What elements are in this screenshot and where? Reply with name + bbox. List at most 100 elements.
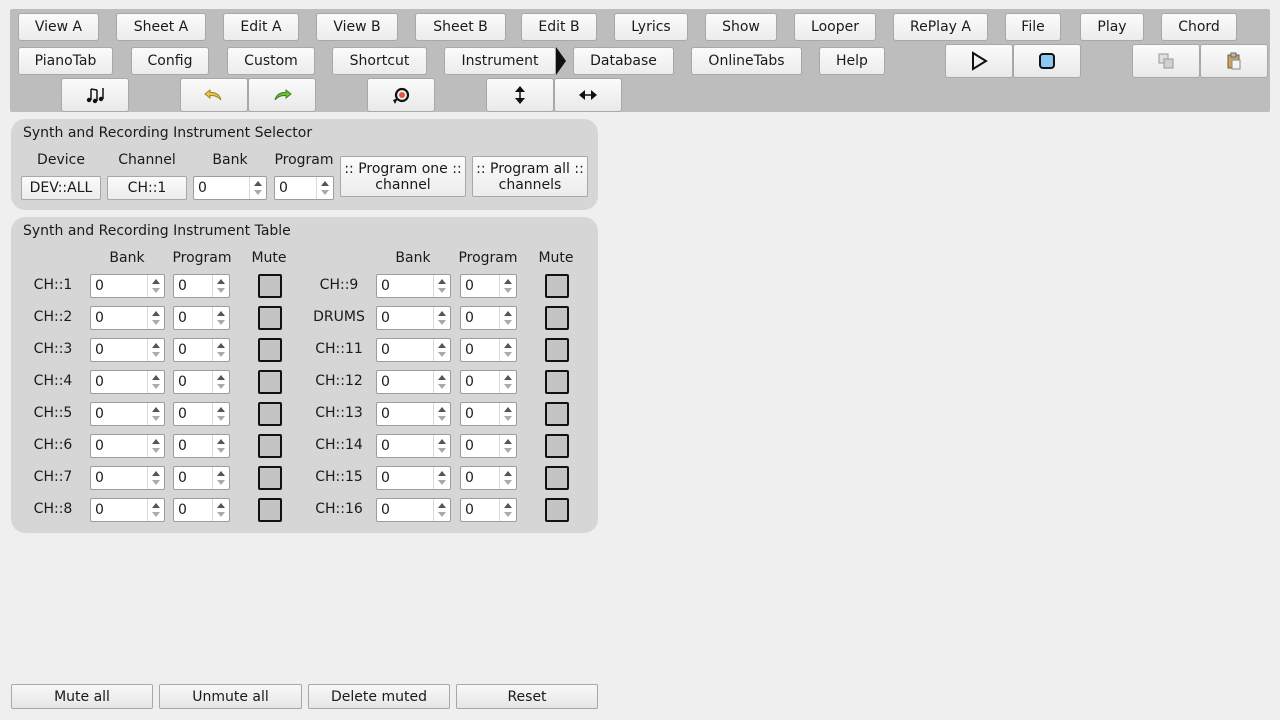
spin-arrows[interactable] xyxy=(147,307,164,329)
menu-pianotab-button[interactable]: PianoTab xyxy=(18,47,113,75)
copy-button[interactable] xyxy=(1132,44,1200,78)
spin-down-icon[interactable] xyxy=(438,512,446,517)
channel-bank-spinbox[interactable]: 0 xyxy=(90,402,165,426)
channel-bank-spinbox[interactable]: 0 xyxy=(90,338,165,362)
channel-program-spinbox[interactable]: 0 xyxy=(460,434,517,458)
channel-mute-toggle[interactable] xyxy=(545,338,569,362)
channel-mute-toggle[interactable] xyxy=(545,274,569,298)
channel-bank-spinbox[interactable]: 0 xyxy=(90,306,165,330)
spin-arrows[interactable] xyxy=(316,177,333,199)
spin-arrows[interactable] xyxy=(212,339,229,361)
spin-up-icon[interactable] xyxy=(152,311,160,316)
spin-down-icon[interactable] xyxy=(438,320,446,325)
spin-arrows[interactable] xyxy=(433,339,450,361)
spin-down-icon[interactable] xyxy=(217,448,225,453)
spin-down-icon[interactable] xyxy=(438,480,446,485)
channel-bank-spinbox[interactable]: 0 xyxy=(90,498,165,522)
spin-up-icon[interactable] xyxy=(254,181,262,186)
spin-up-icon[interactable] xyxy=(438,439,446,444)
spin-arrows[interactable] xyxy=(147,275,164,297)
channel-bank-spinbox[interactable]: 0 xyxy=(376,434,451,458)
spin-arrows[interactable] xyxy=(433,435,450,457)
spin-up-icon[interactable] xyxy=(438,503,446,508)
undo-button[interactable] xyxy=(180,78,248,112)
spin-up-icon[interactable] xyxy=(504,375,512,380)
spin-up-icon[interactable] xyxy=(152,503,160,508)
spin-arrows[interactable] xyxy=(433,275,450,297)
menu-lyrics-button[interactable]: Lyrics xyxy=(614,13,688,41)
spin-up-icon[interactable] xyxy=(152,343,160,348)
spin-down-icon[interactable] xyxy=(438,384,446,389)
spin-arrows[interactable] xyxy=(212,499,229,521)
spin-down-icon[interactable] xyxy=(504,448,512,453)
program-all-channels-button[interactable]: :: Program all :: channels xyxy=(472,156,588,197)
spin-arrows[interactable] xyxy=(433,371,450,393)
spin-arrows[interactable] xyxy=(249,177,266,199)
reset-button[interactable]: Reset xyxy=(456,684,598,709)
spin-down-icon[interactable] xyxy=(321,190,329,195)
mute-all-button[interactable]: Mute all xyxy=(11,684,153,709)
spin-arrows[interactable] xyxy=(433,307,450,329)
channel-program-spinbox[interactable]: 0 xyxy=(173,434,230,458)
spin-up-icon[interactable] xyxy=(152,375,160,380)
menu-looper-button[interactable]: Looper xyxy=(794,13,876,41)
spin-down-icon[interactable] xyxy=(217,480,225,485)
spin-down-icon[interactable] xyxy=(504,320,512,325)
menu-replay-a-button[interactable]: RePlay A xyxy=(893,13,988,41)
channel-bank-spinbox[interactable]: 0 xyxy=(90,274,165,298)
channel-program-spinbox[interactable]: 0 xyxy=(460,402,517,426)
spin-arrows[interactable] xyxy=(499,339,516,361)
channel-select[interactable]: CH::1 xyxy=(107,176,187,200)
menu-custom-button[interactable]: Custom xyxy=(227,47,315,75)
channel-bank-spinbox[interactable]: 0 xyxy=(376,338,451,362)
channel-mute-toggle[interactable] xyxy=(545,306,569,330)
stop-button[interactable] xyxy=(1013,44,1081,78)
spin-down-icon[interactable] xyxy=(438,448,446,453)
channel-mute-toggle[interactable] xyxy=(258,274,282,298)
channel-mute-toggle[interactable] xyxy=(545,434,569,458)
spin-up-icon[interactable] xyxy=(504,503,512,508)
menu-show-button[interactable]: Show xyxy=(705,13,777,41)
spin-arrows[interactable] xyxy=(433,499,450,521)
spin-arrows[interactable] xyxy=(499,403,516,425)
unmute-all-button[interactable]: Unmute all xyxy=(159,684,302,709)
spin-down-icon[interactable] xyxy=(217,416,225,421)
spin-arrows[interactable] xyxy=(499,499,516,521)
channel-mute-toggle[interactable] xyxy=(258,402,282,426)
spin-up-icon[interactable] xyxy=(438,471,446,476)
channel-program-spinbox[interactable]: 0 xyxy=(460,498,517,522)
spin-up-icon[interactable] xyxy=(438,279,446,284)
channel-program-spinbox[interactable]: 0 xyxy=(173,274,230,298)
spin-arrows[interactable] xyxy=(212,307,229,329)
channel-program-spinbox[interactable]: 0 xyxy=(460,338,517,362)
spin-arrows[interactable] xyxy=(147,371,164,393)
menu-sheet-b-button[interactable]: Sheet B xyxy=(415,13,506,41)
menu-shortcut-button[interactable]: Shortcut xyxy=(332,47,427,75)
spin-down-icon[interactable] xyxy=(438,352,446,357)
spin-down-icon[interactable] xyxy=(504,352,512,357)
menu-onlinetabs-button[interactable]: OnlineTabs xyxy=(691,47,802,75)
delete-muted-button[interactable]: Delete muted xyxy=(308,684,450,709)
spin-up-icon[interactable] xyxy=(217,439,225,444)
channel-program-spinbox[interactable]: 0 xyxy=(173,370,230,394)
refresh-button[interactable] xyxy=(367,78,435,112)
menu-database-button[interactable]: Database xyxy=(573,47,674,75)
spin-arrows[interactable] xyxy=(147,435,164,457)
spin-up-icon[interactable] xyxy=(438,407,446,412)
spin-arrows[interactable] xyxy=(499,307,516,329)
channel-mute-toggle[interactable] xyxy=(258,434,282,458)
spin-up-icon[interactable] xyxy=(438,375,446,380)
spin-up-icon[interactable] xyxy=(217,471,225,476)
channel-mute-toggle[interactable] xyxy=(258,498,282,522)
spin-up-icon[interactable] xyxy=(152,471,160,476)
channel-program-spinbox[interactable]: 0 xyxy=(460,466,517,490)
spin-down-icon[interactable] xyxy=(504,480,512,485)
channel-mute-toggle[interactable] xyxy=(258,466,282,490)
spin-down-icon[interactable] xyxy=(152,448,160,453)
spin-down-icon[interactable] xyxy=(217,384,225,389)
spin-down-icon[interactable] xyxy=(438,288,446,293)
redo-button[interactable] xyxy=(248,78,316,112)
spin-arrows[interactable] xyxy=(147,499,164,521)
menu-sheet-a-button[interactable]: Sheet A xyxy=(116,13,206,41)
spin-up-icon[interactable] xyxy=(152,279,160,284)
